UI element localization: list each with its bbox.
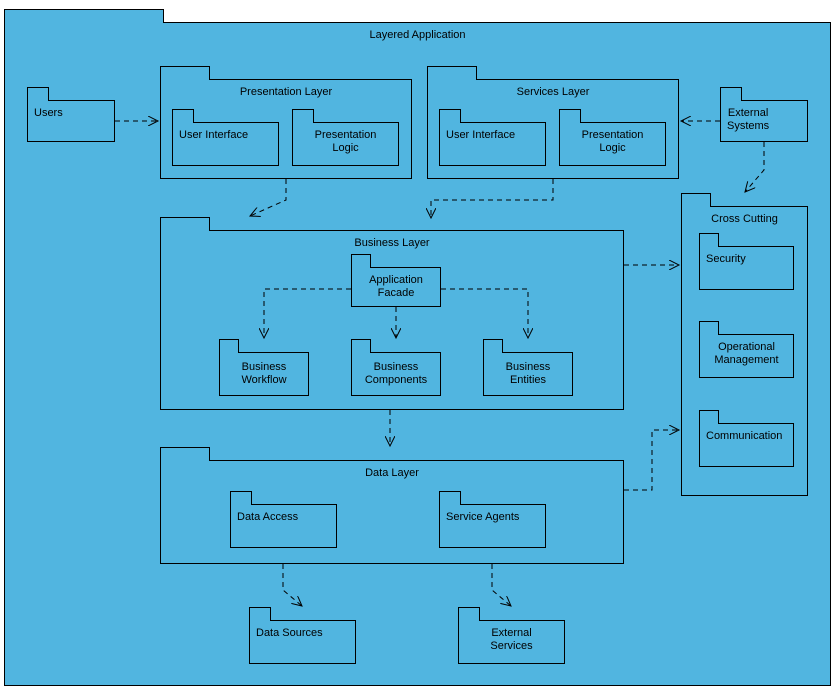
pkg-tab bbox=[219, 339, 239, 353]
pkg-tab bbox=[351, 254, 371, 268]
pkg-tab bbox=[559, 109, 581, 123]
pkg-title: Business Workflow bbox=[220, 361, 308, 387]
pkg-title: Application Facade bbox=[352, 274, 440, 300]
pkg-title: User Interface bbox=[179, 129, 248, 142]
pkg-tab bbox=[699, 321, 719, 335]
pkg-business-components[interactable]: Business Components bbox=[351, 352, 441, 396]
pkg-tab bbox=[292, 109, 314, 123]
pkg-title: Presentation Logic bbox=[560, 129, 665, 155]
pkg-tab bbox=[483, 339, 503, 353]
pkg-title: External Services bbox=[459, 627, 564, 653]
pkg-business-entities[interactable]: Business Entities bbox=[483, 352, 573, 396]
pkg-tab bbox=[720, 87, 742, 101]
pkg-tab bbox=[699, 410, 719, 424]
pkg-external-systems[interactable]: External Systems bbox=[720, 100, 808, 142]
pkg-tab bbox=[439, 491, 461, 505]
pkg-tab bbox=[27, 87, 49, 101]
pkg-data-sources[interactable]: Data Sources bbox=[249, 620, 356, 664]
pkg-presentation-logic-2[interactable]: Presentation Logic bbox=[559, 122, 666, 166]
pkg-tab bbox=[699, 233, 719, 247]
pkg-title: Communication bbox=[706, 430, 782, 443]
pkg-title: External Systems bbox=[727, 107, 769, 133]
pkg-presentation-logic-1[interactable]: Presentation Logic bbox=[292, 122, 399, 166]
pkg-tab bbox=[439, 109, 461, 123]
pkg-title: Business Layer bbox=[161, 237, 623, 250]
pkg-operational-management[interactable]: Operational Management bbox=[699, 334, 794, 378]
pkg-security[interactable]: Security bbox=[699, 246, 794, 290]
pkg-application-facade[interactable]: Application Facade bbox=[351, 267, 441, 307]
pkg-tab bbox=[230, 491, 252, 505]
pkg-title: Security bbox=[706, 253, 746, 266]
pkg-title: Layered Application bbox=[5, 29, 830, 42]
pkg-title: Service Agents bbox=[446, 511, 519, 524]
pkg-communication[interactable]: Communication bbox=[699, 423, 794, 467]
pkg-tab bbox=[160, 66, 210, 80]
pkg-data-access[interactable]: Data Access bbox=[230, 504, 337, 548]
pkg-title: Operational Management bbox=[700, 341, 793, 367]
pkg-user-interface-2[interactable]: User Interface bbox=[439, 122, 546, 166]
pkg-tab bbox=[249, 607, 271, 621]
pkg-title: Presentation Layer bbox=[161, 86, 411, 99]
pkg-business-workflow[interactable]: Business Workflow bbox=[219, 352, 309, 396]
pkg-users[interactable]: Users bbox=[27, 100, 115, 142]
pkg-title: Business Components bbox=[352, 361, 440, 387]
pkg-service-agents[interactable]: Service Agents bbox=[439, 504, 546, 548]
pkg-title: Cross Cutting bbox=[682, 213, 807, 226]
pkg-title: Users bbox=[34, 107, 63, 120]
pkg-tab bbox=[160, 447, 210, 461]
pkg-title: User Interface bbox=[446, 129, 515, 142]
pkg-title: Business Entities bbox=[484, 361, 572, 387]
pkg-tab bbox=[160, 217, 210, 231]
pkg-tab bbox=[427, 66, 477, 80]
pkg-tab bbox=[172, 109, 194, 123]
pkg-tab bbox=[351, 339, 371, 353]
pkg-external-services[interactable]: External Services bbox=[458, 620, 565, 664]
pkg-title: Presentation Logic bbox=[293, 129, 398, 155]
pkg-tab bbox=[4, 9, 164, 23]
pkg-tab bbox=[681, 193, 711, 207]
pkg-user-interface-1[interactable]: User Interface bbox=[172, 122, 279, 166]
pkg-title: Data Access bbox=[237, 511, 298, 524]
pkg-title: Services Layer bbox=[428, 86, 678, 99]
pkg-tab bbox=[458, 607, 480, 621]
pkg-title: Data Layer bbox=[161, 467, 623, 480]
pkg-title: Data Sources bbox=[256, 627, 323, 640]
